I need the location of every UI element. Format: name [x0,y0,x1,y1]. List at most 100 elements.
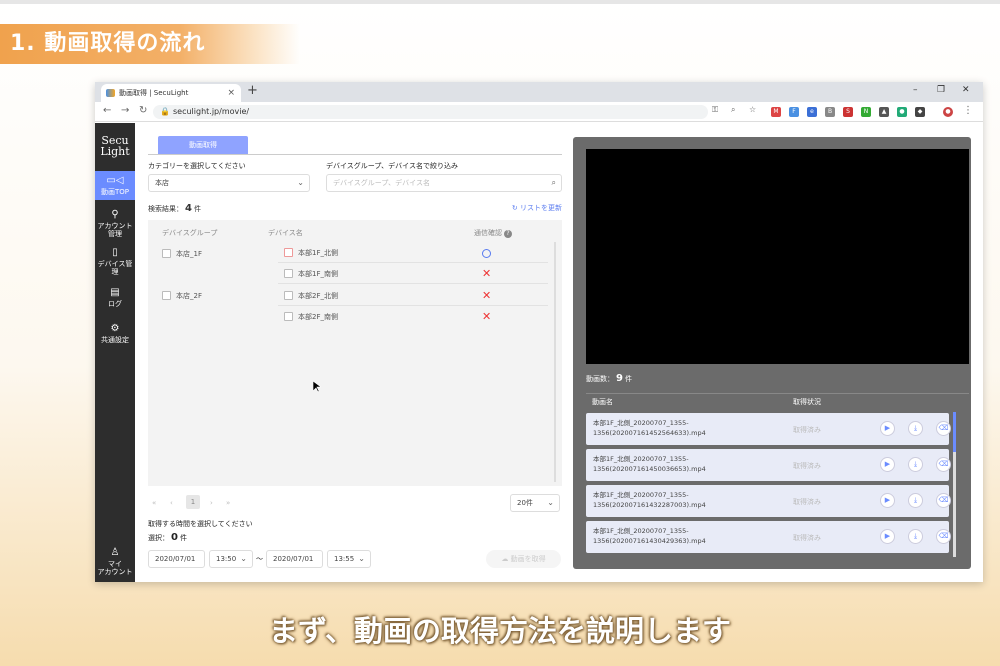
end-time-select[interactable]: 13:55 ⌄ [327,550,371,568]
download-icon[interactable]: ⤓ [908,457,923,472]
pager-current[interactable]: 1 [186,495,200,509]
sidebar-item-account[interactable]: ⚲ アカウント管理 [95,209,135,238]
trash-icon[interactable]: ⌫ [936,529,951,544]
play-icon[interactable]: ▶ [880,421,895,436]
end-date-input[interactable]: 2020/07/01 [266,550,323,568]
device-checkbox[interactable] [284,291,293,300]
extension-f-icon[interactable]: F [789,107,799,117]
col-acquisition-status: 取得状況 [793,398,821,406]
pager-last[interactable]: » [226,499,230,507]
menu-kebab-icon[interactable]: ⋮ [963,105,973,116]
extension-s-icon[interactable]: S [843,107,853,117]
forward-icon[interactable]: → [121,105,129,116]
page-size-select[interactable]: 20件 ⌄ [510,494,560,512]
pager-first[interactable]: « [152,499,156,507]
tab-close-icon[interactable]: × [227,84,235,102]
extension-b-icon[interactable]: B [825,107,835,117]
address-bar: ← → ↻ 🔒 seculight.jp/movie/ ⚿ ⌕ ☆ M F e … [95,102,983,122]
pager-next[interactable]: › [210,499,213,507]
video-list-item[interactable]: 本部1F_北側_20200707_1355-1356(2020071614525… [586,413,951,445]
window-close-icon[interactable]: ✕ [962,85,970,95]
category-value: 本店 [155,179,169,187]
zoom-icon[interactable]: ⌕ [731,105,735,115]
user-icon: ♙ [110,547,120,558]
video-list-scroll-thumb[interactable] [953,412,956,452]
chevron-down-icon: ⌄ [358,554,365,563]
status-ok-icon [482,249,491,258]
play-icon[interactable]: ▶ [880,493,895,508]
sidebar-item-settings[interactable]: ⚙ 共通設定 [95,323,135,344]
play-icon[interactable]: ▶ [880,529,895,544]
filter-placeholder: デバイスグループ、デバイス名 [333,179,430,187]
video-status: 取得済み [793,498,821,506]
col-status: 通信確認? [474,228,512,238]
start-date-input[interactable]: 2020/07/01 [148,550,205,568]
trash-icon[interactable]: ⌫ [936,457,951,472]
get-video-label: 動画を取得 [510,555,546,563]
extension-green-icon[interactable]: ● [897,107,907,117]
gear-icon: ⚙ [110,323,120,334]
device-checkbox[interactable] [284,312,293,321]
start-date-value: 2020/07/01 [155,555,196,563]
device-name: 本部1F_北側 [298,249,338,257]
sidebar-item-my-account[interactable]: ♙ マイ アカウント [95,547,135,576]
video-list-item[interactable]: 本部1F_北側_20200707_1355-1356(2020071614500… [586,449,951,481]
filter-input[interactable]: デバイスグループ、デバイス名 ⌕ [326,174,562,192]
end-time-value: 13:55 [334,555,355,563]
key-icon[interactable]: ⚿ [712,105,718,115]
back-icon[interactable]: ← [103,105,111,116]
extension-n-icon[interactable]: N [861,107,871,117]
get-video-button[interactable]: ☁ 動画を取得 [486,550,561,568]
app-logo[interactable]: Secu Light [95,135,135,157]
video-list-item[interactable]: 本部1F_北側_20200707_1355-1356(2020071614322… [586,485,951,517]
play-icon[interactable]: ▶ [880,457,895,472]
refresh-icon: ↻ [511,204,520,212]
row-divider [278,262,548,263]
trash-icon[interactable]: ⌫ [936,421,951,436]
sidebar-item-label: 動画TOP [100,188,129,196]
device-checkbox[interactable] [284,248,293,257]
browser-tab[interactable]: 動画取得 | SecuLight × [101,84,241,102]
results-count: 4 [185,203,192,214]
device-name: 本部2F_北側 [298,292,338,300]
download-icon[interactable]: ⤓ [908,493,923,508]
refresh-list-button[interactable]: ↻ リストを更新 [512,203,562,213]
end-date-value: 2020/07/01 [273,555,314,563]
reload-icon[interactable]: ↻ [139,105,147,116]
row-divider [278,283,548,284]
selected-unit: 件 [179,534,187,542]
device-checkbox[interactable] [284,269,293,278]
category-select[interactable]: 本店 ⌄ [148,174,310,192]
star-icon[interactable]: ☆ [749,105,756,114]
video-list-item[interactable]: 本部1F_北側_20200707_1355-1356(2020071614304… [586,521,951,553]
sidebar-item-device[interactable]: ▯ デバイス管理 [95,247,135,276]
profile-avatar-icon[interactable]: ● [943,107,953,117]
video-player[interactable] [586,149,969,364]
search-icon[interactable]: ⌕ [552,175,556,191]
network-icon: ⚲ [111,209,119,220]
download-icon[interactable]: ⤓ [908,529,923,544]
cloud-icon: ☁ [501,555,511,563]
trash-icon[interactable]: ⌫ [936,493,951,508]
video-name: 本部1F_北側_20200707_1355-1356(2020071614525… [593,419,706,437]
pager-prev[interactable]: ‹ [170,499,173,507]
status-error-icon: ✕ [482,267,492,280]
sidebar-item-log[interactable]: ▤ ログ [95,287,135,308]
extension-shield-icon[interactable]: ◆ [915,107,925,117]
extension-e-icon[interactable]: e [807,107,817,117]
start-time-select[interactable]: 13:50 ⌄ [209,550,253,568]
new-tab-button[interactable]: + [247,83,258,98]
extension-mortarboard-icon[interactable]: ▲ [879,107,889,117]
minimize-icon[interactable]: – [913,85,918,95]
url-field[interactable]: 🔒 seculight.jp/movie/ [153,105,708,119]
download-icon[interactable]: ⤓ [908,421,923,436]
group-checkbox[interactable] [162,249,171,258]
sidebar-item-video-top[interactable]: ▭◁ 動画TOP [95,171,135,200]
table-scrollbar[interactable] [554,242,556,482]
tab-video-acquisition[interactable]: 動画取得 [158,136,248,154]
gmail-extension-icon[interactable]: M [771,107,781,117]
help-icon[interactable]: ? [504,230,512,238]
video-count-label: 動画数： [586,375,614,383]
group-checkbox[interactable] [162,291,171,300]
maximize-icon[interactable]: ❐ [937,85,945,95]
